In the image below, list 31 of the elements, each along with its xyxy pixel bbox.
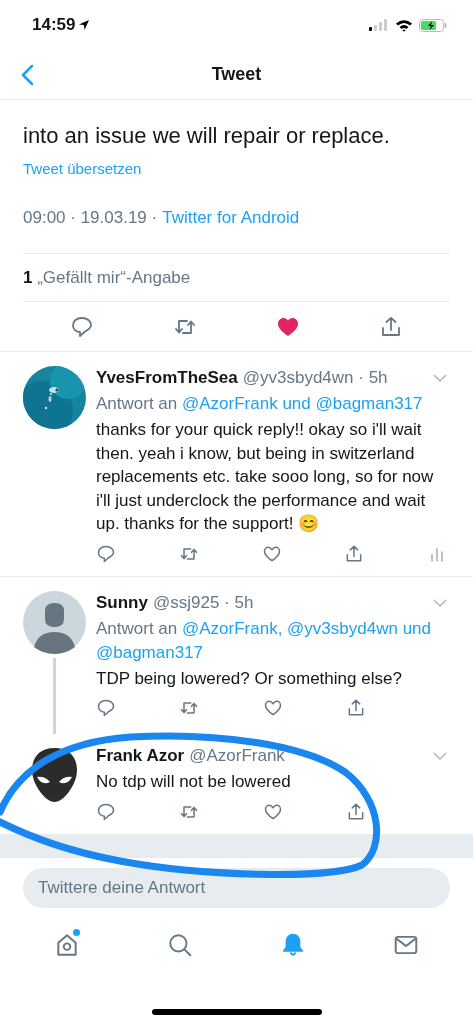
location-arrow-icon (78, 19, 91, 31)
default-avatar-icon (23, 590, 86, 654)
heart-icon[interactable] (262, 698, 283, 718)
signal-icon (369, 19, 389, 31)
source-link[interactable]: Twitter for Android (162, 205, 300, 231)
battery-charging-icon (419, 18, 447, 32)
reply-icon[interactable] (69, 314, 94, 339)
reply-context[interactable]: Antwort an @AzorFrank, @yv3sbyd4wn und @bagman317 (96, 616, 447, 665)
tweet-timestamp: 09:00 · 19.03.19 · (23, 207, 158, 229)
reply-icon[interactable] (96, 698, 116, 718)
author-name[interactable]: Sunny (96, 590, 148, 615)
author-name[interactable]: Frank Azor (96, 744, 185, 768)
search-icon[interactable] (166, 932, 193, 958)
reply-text: thanks for your quick reply!! okay so i'll wait then. yeah i know, but being in switzerland replacements etc. take sooo long, so for now i'll just underclock the performance and wait up. thanks for the support! 😊 (96, 419, 435, 535)
back-icon[interactable] (20, 64, 34, 86)
reply-text: No tdp will not be lowered (96, 771, 292, 793)
clock-time: 14:59 (32, 14, 76, 37)
tweet-text: into an issue we will repair or replace. (23, 122, 391, 150)
author-handle[interactable]: @ssj925 · 5h (152, 590, 254, 615)
author-handle[interactable]: @yv3sbyd4wn · 5h (242, 366, 388, 390)
likes-count[interactable]: 1 „Gefällt mir“-Angabe (23, 264, 191, 291)
reply-field[interactable]: Twittere deine Antwort (23, 867, 450, 908)
reply-icon[interactable] (96, 801, 116, 822)
reply-context[interactable]: Antwort an @AzorFrank und @bagman317 (96, 392, 447, 416)
screen-title: Tweet (211, 63, 262, 86)
reply-text: TDP being lowered? Or something else? (96, 667, 403, 690)
reply-icon[interactable] (96, 543, 116, 564)
translate-link[interactable]: Tweet übersetzen (23, 157, 142, 181)
author-handle[interactable]: @AzorFrank (189, 744, 285, 768)
author-name[interactable]: YvesFromTheSea (96, 366, 238, 390)
wifi-icon (395, 18, 413, 32)
